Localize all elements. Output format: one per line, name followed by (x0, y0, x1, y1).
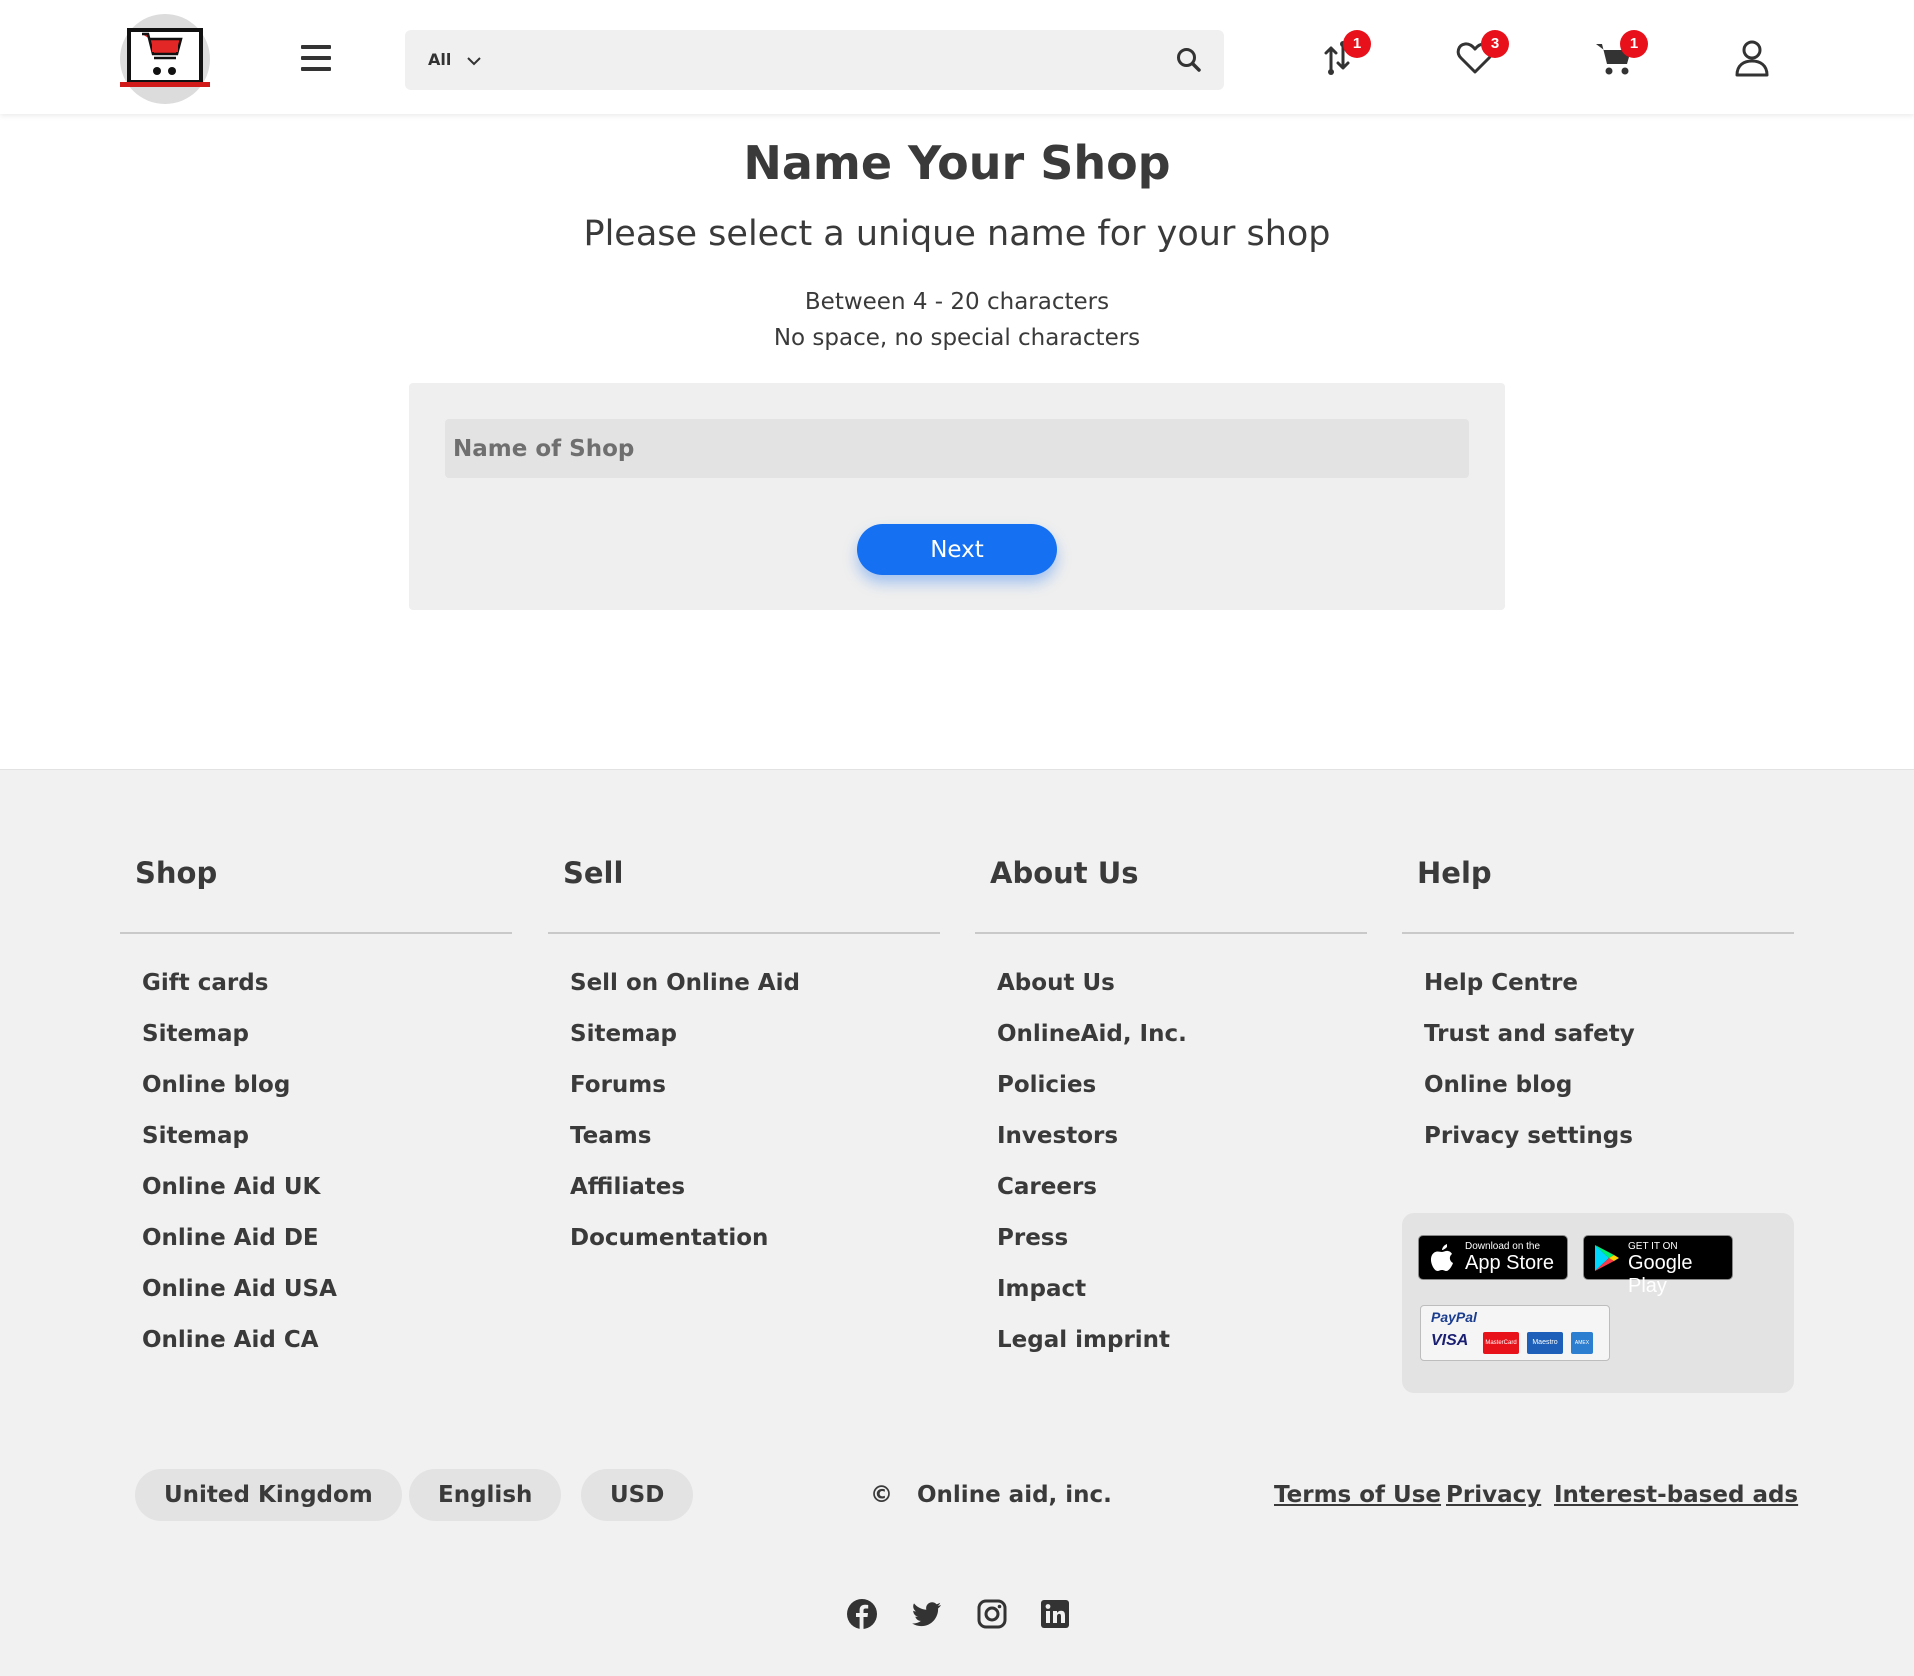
footer-link[interactable]: Affiliates (570, 1174, 800, 1225)
length-requirement: Between 4 - 20 characters (804, 289, 1110, 315)
character-requirement: No space, no special characters (773, 325, 1141, 351)
divider (975, 932, 1367, 934)
account-button[interactable] (1732, 38, 1772, 78)
shop-name-input[interactable] (445, 419, 1469, 478)
google-play-small-text: GET IT ON (1628, 1241, 1678, 1252)
app-store-badge[interactable]: Download on the App Store (1418, 1235, 1568, 1280)
footer-link[interactable]: Forums (570, 1072, 800, 1123)
google-play-big-text: Google Play (1628, 1252, 1693, 1297)
country-selector[interactable]: United Kingdom (135, 1469, 402, 1521)
footer-link[interactable]: Press (997, 1225, 1187, 1276)
maestro-logo: Maestro (1527, 1332, 1563, 1354)
terms-of-use-link[interactable]: Terms of Use (1274, 1482, 1441, 1508)
paypal-logo: PayPal (1431, 1309, 1477, 1325)
logo[interactable] (120, 14, 210, 104)
footer-link[interactable]: OnlineAid, Inc. (997, 1021, 1187, 1072)
footer-link[interactable]: Sitemap (142, 1123, 337, 1174)
footer-link[interactable]: Careers (997, 1174, 1187, 1225)
divider (120, 932, 512, 934)
privacy-link[interactable]: Privacy (1446, 1482, 1541, 1508)
apple-icon (1430, 1244, 1453, 1271)
mastercard-logo: MasterCard (1483, 1332, 1519, 1354)
search-input[interactable] (515, 38, 1159, 84)
footer-link[interactable]: Online blog (142, 1072, 337, 1123)
page-title: Name Your Shop (743, 136, 1171, 190)
footer-link[interactable]: Investors (997, 1123, 1187, 1174)
google-play-badge[interactable]: GET IT ON Google Play (1583, 1235, 1733, 1297)
footer-link[interactable]: Gift cards (142, 970, 337, 1021)
currency-selector[interactable]: USD (581, 1469, 694, 1521)
footer-link[interactable]: Policies (997, 1072, 1187, 1123)
footer-heading: Help (1417, 856, 1492, 890)
copyright-symbol: © (870, 1482, 893, 1508)
footer-heading: Shop (135, 856, 218, 890)
compare-button[interactable]: 1 (1317, 30, 1371, 78)
google-play-icon (1595, 1245, 1619, 1271)
footer-link[interactable]: Online Aid DE (142, 1225, 337, 1276)
footer-link[interactable]: Impact (997, 1276, 1187, 1327)
shopping-cart-laptop-logo (120, 28, 210, 87)
footer-link[interactable]: Online Aid CA (142, 1327, 337, 1378)
footer-link[interactable]: Sitemap (142, 1021, 337, 1072)
footer: Shop Gift cards Sitemap Online blog Site… (0, 769, 1914, 1676)
search-bar: All (405, 30, 1224, 90)
linkedin-icon[interactable] (1039, 1598, 1071, 1630)
footer-link[interactable]: Legal imprint (997, 1327, 1187, 1378)
footer-link[interactable]: Teams (570, 1123, 800, 1174)
divider (548, 932, 940, 934)
app-store-big-text: App Store (1465, 1252, 1554, 1274)
search-category-label: All (428, 50, 452, 69)
top-navigation-bar: All 1 3 1 (0, 0, 1914, 114)
facebook-icon[interactable] (846, 1598, 878, 1630)
compare-badge: 1 (1343, 30, 1371, 58)
footer-link[interactable]: Documentation (570, 1225, 800, 1276)
app-and-payment-box: Download on the App Store GET IT ON Goog… (1402, 1213, 1794, 1393)
instagram-icon[interactable] (976, 1598, 1008, 1630)
hamburger-menu-icon[interactable] (301, 44, 333, 72)
app-store-small-text: Download on the (1465, 1241, 1541, 1252)
next-button[interactable]: Next (857, 524, 1057, 575)
footer-link[interactable]: Privacy settings (1424, 1123, 1635, 1174)
wishlist-badge: 3 (1481, 30, 1509, 58)
amex-logo: AMEX (1571, 1332, 1593, 1354)
user-icon (1735, 40, 1769, 77)
twitter-icon[interactable] (911, 1598, 943, 1630)
footer-heading: About Us (990, 856, 1139, 890)
search-category-select[interactable]: All (428, 30, 481, 90)
payment-methods: PayPal VISA MasterCard Maestro AMEX (1420, 1305, 1610, 1361)
cart-button[interactable]: 1 (1594, 30, 1648, 78)
page-subtitle: Please select a unique name for your sho… (583, 214, 1331, 254)
footer-link[interactable]: Help Centre (1424, 970, 1635, 1021)
footer-link[interactable]: Online Aid USA (142, 1276, 337, 1327)
footer-link[interactable]: Trust and safety (1424, 1021, 1635, 1072)
divider (1402, 932, 1794, 934)
footer-heading: Sell (563, 856, 624, 890)
footer-link[interactable]: Online Aid UK (142, 1174, 337, 1225)
footer-link[interactable]: Online blog (1424, 1072, 1635, 1123)
interest-based-ads-link[interactable]: Interest-based ads (1554, 1482, 1798, 1508)
chevron-down-icon (467, 56, 481, 65)
shop-name-form: Next (409, 383, 1505, 610)
visa-logo: VISA (1431, 1332, 1469, 1349)
footer-link[interactable]: About Us (997, 970, 1187, 1021)
cart-badge: 1 (1620, 30, 1648, 58)
copyright-text: Online aid, inc. (917, 1482, 1112, 1508)
language-selector[interactable]: English (409, 1469, 562, 1521)
footer-link[interactable]: Sell on Online Aid (570, 970, 800, 1021)
footer-link[interactable]: Sitemap (570, 1021, 800, 1072)
search-icon[interactable] (1176, 47, 1202, 77)
wishlist-button[interactable]: 3 (1455, 30, 1509, 78)
